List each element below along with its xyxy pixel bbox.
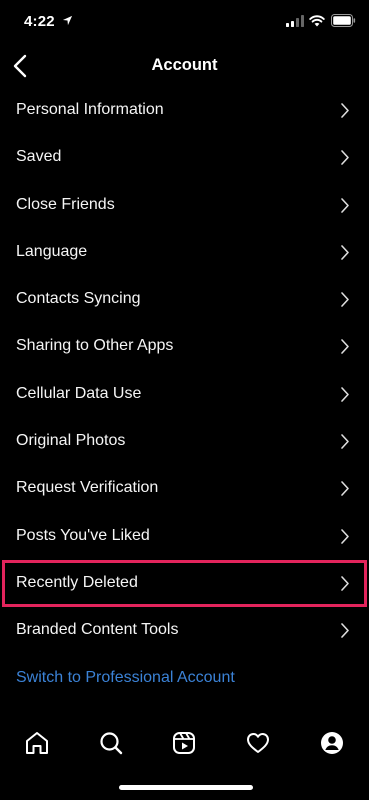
- status-bar: 4:22: [0, 0, 369, 44]
- cellular-signal-icon: [286, 15, 304, 27]
- menu-item-label: Request Verification: [16, 479, 159, 497]
- chevron-right-icon: [341, 434, 349, 449]
- chevron-right-icon: [341, 481, 349, 497]
- chevron-right-icon: [341, 623, 349, 639]
- reels-icon[interactable]: [171, 730, 197, 756]
- menu-item-label: Language: [16, 242, 88, 260]
- menu-item-label: Saved: [16, 148, 62, 166]
- wifi-icon: [309, 15, 325, 27]
- menu-item-label: Original Photos: [16, 432, 126, 450]
- menu-item-language[interactable]: Language: [0, 229, 369, 276]
- chevron-right-icon: [341, 528, 349, 544]
- heart-icon[interactable]: [245, 730, 271, 756]
- menu-item-posts-youve-liked[interactable]: Posts You've Liked: [0, 513, 369, 560]
- chevron-right-icon: [341, 245, 349, 260]
- menu-item-contacts-syncing[interactable]: Contacts Syncing: [0, 276, 369, 323]
- home-indicator[interactable]: [119, 785, 253, 790]
- chevron-right-icon: [341, 576, 349, 591]
- menu-item-request-verification[interactable]: Request Verification: [0, 465, 369, 512]
- battery-icon: [331, 14, 356, 27]
- search-icon[interactable]: [98, 730, 124, 756]
- switch-to-professional-link[interactable]: Switch to Professional Account: [16, 669, 235, 687]
- profile-icon[interactable]: [319, 730, 345, 756]
- menu-item-label: Cellular Data Use: [16, 384, 142, 402]
- chevron-right-icon: [341, 197, 349, 213]
- chevron-right-icon: [341, 103, 349, 118]
- chevron-right-icon: [341, 292, 349, 307]
- menu-item-saved[interactable]: Saved: [0, 134, 369, 181]
- menu-item-recently-deleted[interactable]: Recently Deleted: [2, 559, 367, 608]
- menu-item-close-friends[interactable]: Close Friends: [0, 182, 369, 229]
- menu-item-sharing-to-other-apps[interactable]: Sharing to Other Apps: [0, 323, 369, 370]
- account-menu-list: Personal Information Saved Close Friends…: [0, 87, 369, 655]
- menu-item-label: Close Friends: [16, 195, 115, 213]
- menu-item-label: Recently Deleted: [16, 573, 138, 591]
- chevron-right-icon: [341, 150, 349, 166]
- menu-item-branded-content-tools[interactable]: Branded Content Tools: [0, 607, 369, 654]
- menu-item-personal-information[interactable]: Personal Information: [0, 87, 369, 134]
- navigation-header: Account: [0, 44, 369, 88]
- status-time: 4:22: [24, 13, 55, 30]
- menu-item-label: Contacts Syncing: [16, 290, 141, 308]
- page-title: Account: [151, 56, 218, 74]
- menu-item-label: Posts You've Liked: [16, 526, 150, 544]
- chevron-right-icon: [341, 386, 349, 402]
- home-icon[interactable]: [24, 730, 50, 756]
- menu-item-label: Branded Content Tools: [16, 621, 179, 639]
- menu-item-original-photos[interactable]: Original Photos: [0, 418, 369, 465]
- menu-item-cellular-data-use[interactable]: Cellular Data Use: [0, 371, 369, 418]
- location-arrow-icon: [62, 15, 73, 26]
- menu-item-label: Sharing to Other Apps: [16, 337, 174, 355]
- menu-item-label: Personal Information: [16, 101, 164, 118]
- chevron-right-icon: [341, 339, 349, 355]
